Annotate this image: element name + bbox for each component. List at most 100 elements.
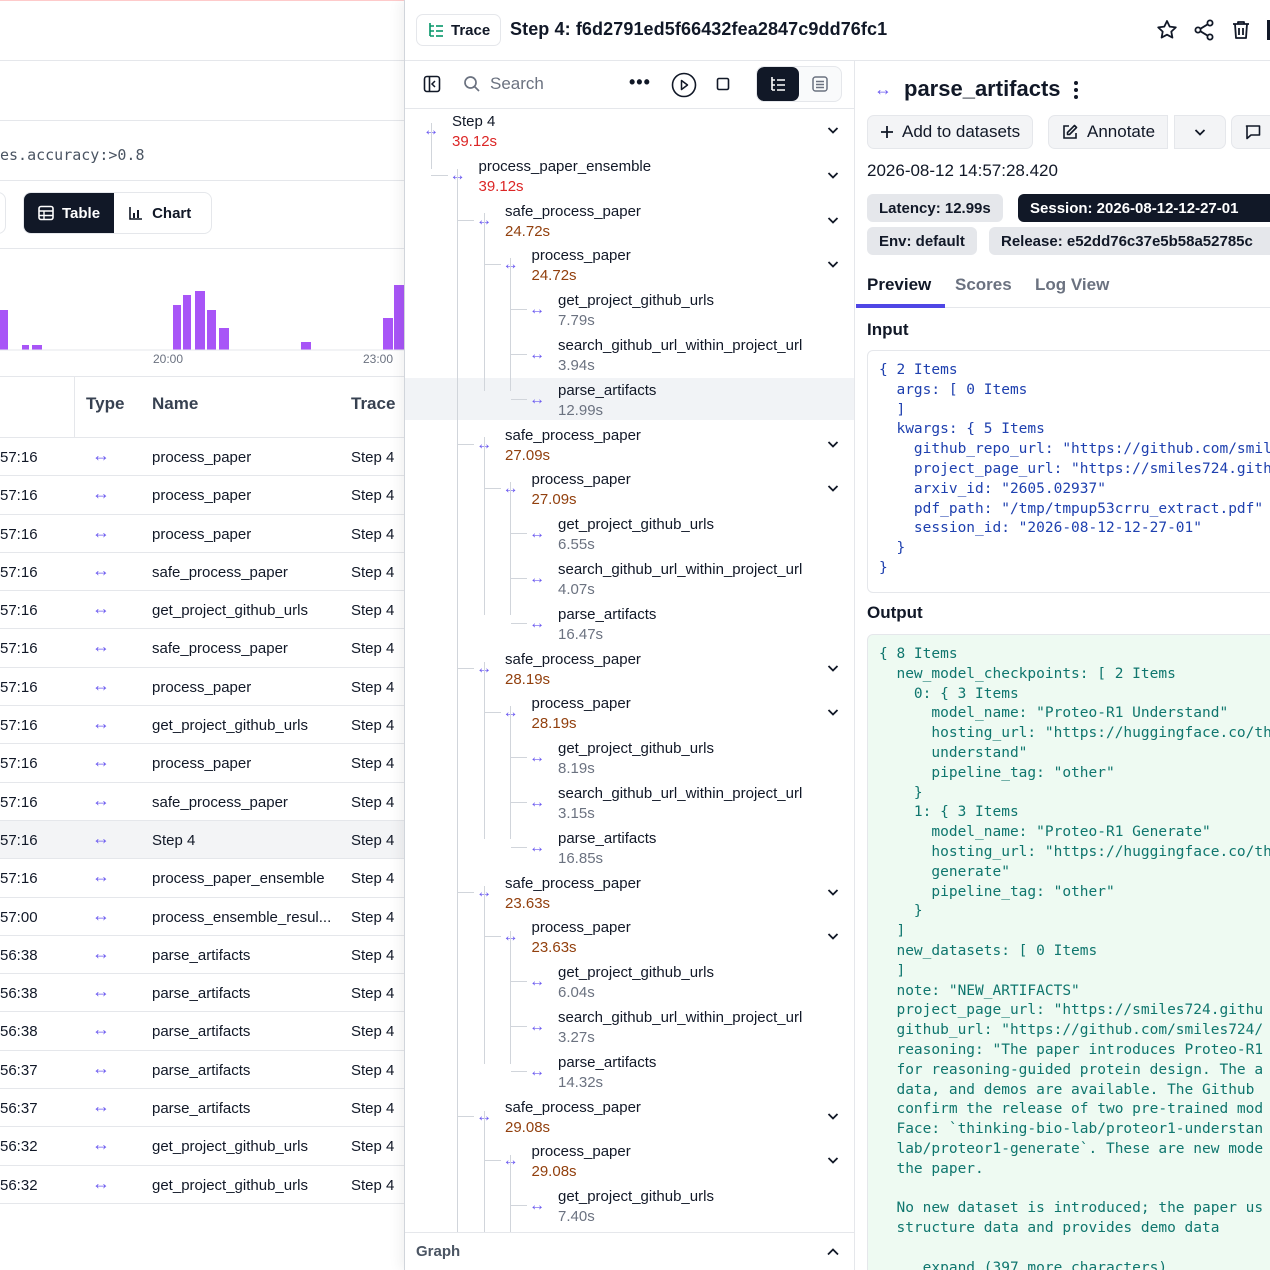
table-row[interactable]: 57:16 ↔ safe_process_paper Step 4 [0,553,405,592]
more-options-icon[interactable]: ••• [629,72,651,93]
collapse-panel-icon[interactable] [423,75,441,93]
table-row[interactable]: 57:16 ↔ process_paper Step 4 [0,476,405,515]
tree-node[interactable]: ↔ parse_artifacts 16.47s [405,602,854,644]
table-row[interactable]: 57:16 ↔ process_paper_ensemble Step 4 [0,859,405,898]
chevron-down-icon[interactable] [826,661,840,675]
table-row[interactable]: 57:16 ↔ safe_process_paper Step 4 [0,783,405,821]
column-header-name[interactable]: Name [152,394,198,414]
table-row[interactable]: 56:38 ↔ parse_artifacts Step 4 [0,974,405,1013]
table-view-button[interactable]: Table [24,193,115,233]
row-trace[interactable]: Step 4 [351,679,394,696]
row-trace[interactable]: Step 4 [351,1177,394,1194]
table-row[interactable]: 57:16 ↔ process_paper Step 4 [0,515,405,553]
table-row[interactable]: 57:16 ↔ process_paper Step 4 [0,744,405,783]
tree-node[interactable]: ↔process_paper27.09s [405,467,854,509]
row-trace[interactable]: Step 4 [351,1138,394,1155]
annotate-dropdown-button[interactable] [1174,115,1226,149]
row-trace[interactable]: Step 4 [351,717,394,734]
star-icon[interactable] [1155,18,1179,42]
tree-node[interactable]: ↔ parse_artifacts 14.32s [405,1050,854,1092]
chevron-down-icon[interactable] [826,257,840,271]
tree-node[interactable]: ↔ get_project_github_urls 7.40s [405,1184,854,1226]
row-trace[interactable]: Step 4 [351,947,394,964]
json-line[interactable]: expand (397 more characters) [879,1259,1270,1270]
chevron-down-icon[interactable] [826,885,840,899]
stop-icon[interactable] [716,77,730,91]
chevron-down-icon[interactable] [826,1109,840,1123]
table-row[interactable]: 56:38 ↔ parse_artifacts Step 4 [0,1012,405,1051]
tree-node[interactable]: ↔ get_project_github_urls 6.04s [405,960,854,1002]
table-chart-toggle[interactable]: Table Chart [23,192,212,234]
kebab-menu-icon[interactable] [1071,79,1081,101]
chevron-down-icon[interactable] [826,705,840,719]
chevron-down-icon[interactable] [826,929,840,943]
chevron-down-icon[interactable] [826,213,840,227]
tree-node[interactable]: ↔ get_project_github_urls 6.55s [405,512,854,554]
table-row[interactable]: 56:38 ↔ parse_artifacts Step 4 [0,936,405,975]
timeline-view-button[interactable] [799,67,841,101]
tree-node[interactable]: ↔ search_github_url_within_project_url 3.1… [405,781,854,823]
row-trace[interactable]: Step 4 [351,870,394,887]
chevron-down-icon[interactable] [826,481,840,495]
table-row[interactable]: 57:16 ↔ safe_process_paper Step 4 [0,629,405,668]
share-icon[interactable] [1192,18,1216,42]
chart-view-button[interactable]: Chart [114,193,206,233]
row-trace[interactable]: Step 4 [351,602,394,619]
row-trace[interactable]: Step 4 [351,832,394,849]
table-row[interactable]: 57:00 ↔ process_ensemble_resul... Step 4 [0,898,405,936]
annotate-button[interactable]: Annotate [1048,115,1169,149]
table-row[interactable]: 56:37 ↔ parse_artifacts Step 4 [0,1051,405,1090]
tree-node[interactable]: ↔process_paper_ensemble39.12s [405,154,854,196]
table-row[interactable]: 57:16 ↔ process_paper Step 4 [0,668,405,707]
row-trace[interactable]: Step 4 [351,487,394,504]
row-trace[interactable]: Step 4 [351,1023,394,1040]
tree-node[interactable]: ↔ parse_artifacts 12.99s [405,377,854,420]
trash-icon[interactable] [1229,18,1253,42]
row-trace[interactable]: Step 4 [351,909,394,926]
row-trace[interactable]: Step 4 [351,794,394,811]
row-trace[interactable]: Step 4 [351,449,394,466]
row-trace[interactable]: Step 4 [351,1100,394,1117]
row-trace[interactable]: Step 4 [351,526,394,543]
row-trace[interactable]: Step 4 [351,640,394,657]
tree-view-toggle[interactable] [756,66,842,102]
tab-preview[interactable]: Preview [867,275,931,295]
table-row[interactable]: 57:16 ↔ Step 4 Step 4 [0,820,405,860]
filter-query[interactable]: es.accuracy:>0.8 [0,146,145,164]
chevron-down-icon[interactable] [826,168,840,182]
tree-node[interactable]: ↔ search_github_url_within_project_url 4.0… [405,557,854,599]
tree-node[interactable]: ↔process_paper29.08s [405,1139,854,1181]
tree-node[interactable]: ↔process_paper23.63s [405,915,854,957]
row-trace[interactable]: Step 4 [351,985,394,1002]
tree-node[interactable]: ↔ search_github_url_within_project_url 3.9… [405,333,854,375]
tree-node[interactable]: ↔ search_github_url_within_project_url 3.2… [405,1005,854,1047]
table-row[interactable]: 56:32 ↔ get_project_github_urls Step 4 [0,1127,405,1166]
session-tag[interactable]: Session: 2026-08-12-12-27-01 [1018,194,1270,222]
tree-node[interactable]: ↔process_paper28.19s [405,691,854,733]
tab-scores[interactable]: Scores [955,275,1012,295]
table-row[interactable]: 56:37 ↔ parse_artifacts Step 4 [0,1089,405,1128]
table-row[interactable]: 57:16 ↔ get_project_github_urls Step 4 [0,591,405,630]
chevron-down-icon[interactable] [826,437,840,451]
toolbar-button[interactable] [0,192,6,234]
search-input[interactable]: Search [490,74,544,94]
tree-node[interactable]: ↔ Step 4 39.12s [405,109,854,151]
column-header-trace[interactable]: Trace [351,394,395,414]
tree-node[interactable]: ↔ get_project_github_urls 8.19s [405,736,854,778]
play-icon[interactable] [671,72,697,98]
row-trace[interactable]: Step 4 [351,564,394,581]
tree-node[interactable]: ↔ get_project_github_urls 7.79s [405,288,854,330]
chevron-down-icon[interactable] [826,1153,840,1167]
trace-chip[interactable]: Trace [416,14,502,46]
table-row[interactable]: 57:16 ↔ get_project_github_urls Step 4 [0,706,405,745]
tree-node[interactable]: ↔ parse_artifacts 16.85s [405,826,854,868]
tree-node[interactable]: ↔process_paper24.72s [405,243,854,285]
graph-section-toggle[interactable]: Graph [405,1232,854,1270]
column-header-type[interactable]: Type [86,394,124,414]
add-to-datasets-button[interactable]: Add to datasets [867,115,1034,149]
row-trace[interactable]: Step 4 [351,1062,394,1079]
comment-button[interactable] [1231,115,1270,149]
row-trace[interactable]: Step 4 [351,755,394,772]
chevron-down-icon[interactable] [826,123,840,137]
table-row[interactable]: 56:32 ↔ get_project_github_urls Step 4 [0,1166,405,1204]
